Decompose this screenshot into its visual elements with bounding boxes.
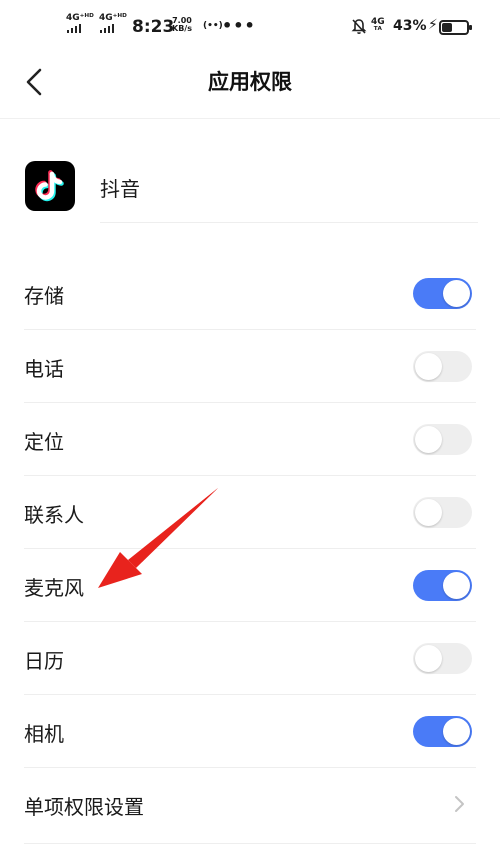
header: 应用权限 [0, 56, 500, 106]
hotspot-icon: (••) [203, 21, 223, 31]
status-time: 8:23 [132, 17, 175, 37]
network-type: 4G ᵀᴬ [371, 18, 385, 36]
calendar-toggle[interactable] [413, 643, 472, 674]
screen: 4G⁺ᴴᴰ 4G⁺ᴴᴰ 8:23 7.00 KB/s (••) ••• 4G ᵀ… [0, 0, 500, 867]
signal-bars-icon [67, 24, 81, 33]
app-divider [100, 222, 478, 223]
header-divider [0, 118, 500, 119]
toggle-knob [415, 499, 442, 526]
bottom-divider [24, 843, 476, 844]
more-notifications-icon: ••• [222, 16, 256, 35]
permission-label: 麦克风 [24, 576, 84, 600]
permission-row-calendar[interactable]: 日历 [0, 622, 500, 695]
microphone-toggle[interactable] [413, 570, 472, 601]
network-speed: 7.00 KB/s [172, 17, 192, 33]
permission-row-location[interactable]: 定位 [0, 403, 500, 476]
signal-bars-icon [100, 24, 114, 33]
permission-list: 存储 电话 定位 联系人 麦克风 日历 相机 单项权限设置 [0, 257, 500, 841]
network-speed-unit: KB/s [172, 24, 192, 33]
individual-permission-settings[interactable]: 单项权限设置 [0, 768, 500, 841]
permission-row-microphone[interactable]: 麦克风 [0, 549, 500, 622]
signal-label-2: 4G⁺ᴴᴰ [99, 13, 127, 23]
toggle-knob [443, 718, 470, 745]
permission-row-storage[interactable]: 存储 [0, 257, 500, 330]
toggle-knob [443, 572, 470, 599]
permission-label: 日历 [24, 649, 64, 673]
app-info: 抖音 [0, 150, 500, 222]
permission-label: 电话 [24, 357, 64, 381]
toggle-knob [415, 645, 442, 672]
battery-percent: 43% [393, 18, 427, 34]
contacts-toggle[interactable] [413, 497, 472, 528]
individual-settings-label: 单项权限设置 [24, 795, 144, 819]
permission-row-contacts[interactable]: 联系人 [0, 476, 500, 549]
app-name: 抖音 [100, 177, 140, 201]
toggle-knob [443, 280, 470, 307]
permission-label: 定位 [24, 430, 64, 454]
toggle-knob [415, 426, 442, 453]
permission-row-camera[interactable]: 相机 [0, 695, 500, 768]
permission-label: 联系人 [24, 503, 84, 527]
mute-bell-icon [351, 19, 367, 34]
permission-label: 相机 [24, 722, 64, 746]
location-toggle[interactable] [413, 424, 472, 455]
charging-bolt-icon: ⚡ [428, 17, 438, 33]
storage-toggle[interactable] [413, 278, 472, 309]
signal-label-1: 4G⁺ᴴᴰ [66, 13, 94, 23]
status-bar: 4G⁺ᴴᴰ 4G⁺ᴴᴰ 8:23 7.00 KB/s (••) ••• 4G ᵀ… [0, 0, 500, 56]
camera-toggle[interactable] [413, 716, 472, 747]
permission-row-phone[interactable]: 电话 [0, 330, 500, 403]
battery-fill [442, 23, 452, 32]
battery-icon [439, 20, 472, 35]
permission-label: 存储 [24, 284, 64, 308]
network-type-sub: ᵀᴬ [373, 26, 382, 36]
phone-toggle[interactable] [413, 351, 472, 382]
douyin-logo-icon [25, 161, 75, 211]
chevron-right-icon [455, 796, 464, 812]
page-title: 应用权限 [208, 70, 292, 94]
toggle-knob [415, 353, 442, 380]
